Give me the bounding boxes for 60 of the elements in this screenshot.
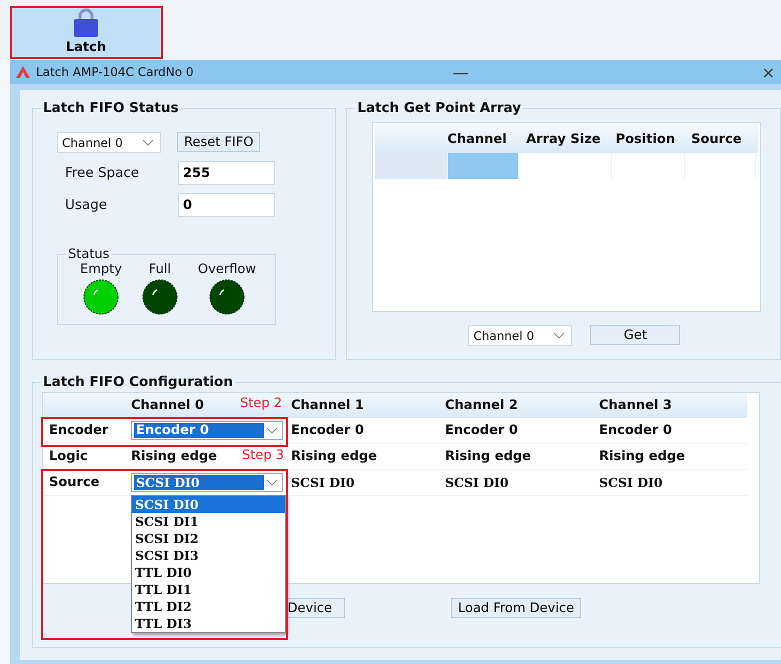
table-cell: Rising edge (291, 449, 377, 464)
selected-cell[interactable] (448, 153, 520, 179)
combo-box[interactable]: Encoder 0 (131, 421, 283, 440)
value-field[interactable]: 255 (178, 161, 275, 185)
table-cell: Encoder 0 (599, 423, 672, 438)
app-logo-icon (16, 66, 30, 78)
dropdown-option[interactable]: SCSI DI0 (132, 496, 285, 513)
table-cell: Rising edge (445, 449, 531, 464)
channel-select[interactable]: Channel 0 (57, 132, 161, 153)
table-cell: Rising edge (599, 449, 685, 464)
dropdown-option[interactable]: TTL DI0 (132, 564, 285, 581)
column-header: Channel 3 (599, 398, 672, 413)
chevron-icon (553, 332, 566, 339)
group-title: Latch FIFO Configuration (42, 374, 234, 390)
group-title: Status (67, 247, 110, 262)
value-field[interactable]: 0 (178, 193, 275, 217)
column-header: Position (614, 130, 676, 148)
table-cell: SCSI DI0 (599, 475, 663, 490)
dropdown-option[interactable]: TTL DI1 (132, 581, 285, 598)
step-label: Step 3 (242, 448, 284, 463)
led-label: Full (148, 262, 172, 277)
led-label: Overflow (198, 262, 256, 277)
table-cell: SCSI DI0 (445, 475, 509, 490)
column-header: Array Size (525, 130, 602, 148)
step-label: Step 2 (240, 396, 282, 411)
chevron-icon (266, 427, 278, 434)
get-button[interactable]: Get (590, 325, 680, 345)
row-header-cell[interactable] (375, 153, 448, 179)
dropdown-option[interactable]: SCSI DI2 (132, 530, 285, 547)
reset-fifo-button[interactable]: Reset FIFO (177, 132, 260, 152)
chevron-icon (142, 139, 154, 146)
field-label: Usage (65, 197, 108, 213)
minimize-button[interactable]: — (452, 62, 469, 82)
group-title: Latch FIFO Status (42, 100, 180, 116)
dropdown-option[interactable]: SCSI DI3 (132, 547, 285, 564)
combo-box[interactable]: SCSI DI0 (131, 473, 283, 492)
table-cell: Encoder 0 (291, 423, 364, 438)
column-header: Channel 0 (131, 398, 204, 413)
table-cell: SCSI DI0 (291, 475, 355, 490)
close-button[interactable]: × (762, 62, 775, 82)
latch-toolbar-button[interactable]: Latch (10, 6, 162, 58)
field-label: Free Space (65, 165, 140, 181)
row-label: Encoder (48, 423, 110, 438)
column-header: Channel (447, 130, 508, 148)
table-cell: Encoder 0 (445, 423, 518, 438)
column-header: Channel 1 (291, 398, 364, 413)
chevron-icon (266, 479, 278, 486)
dropdown-option[interactable]: SCSI DI1 (132, 513, 285, 530)
load-device-button[interactable]: Load From Device (451, 598, 582, 618)
row-label: Logic (48, 449, 89, 464)
dropdown-option[interactable]: TTL DI3 (132, 615, 285, 632)
padlock-icon (72, 8, 100, 38)
channel-select[interactable]: Channel 0 (468, 325, 572, 346)
table-cell: Rising edge (131, 449, 217, 464)
column-header: Source (690, 130, 743, 148)
group-title: Latch Get Point Array (356, 100, 522, 116)
row-label: Source (48, 475, 100, 490)
window-title: Latch AMP-104C CardNo 0 (36, 65, 194, 79)
column-header: Channel 2 (445, 398, 518, 413)
led-label: Empty (80, 262, 122, 277)
